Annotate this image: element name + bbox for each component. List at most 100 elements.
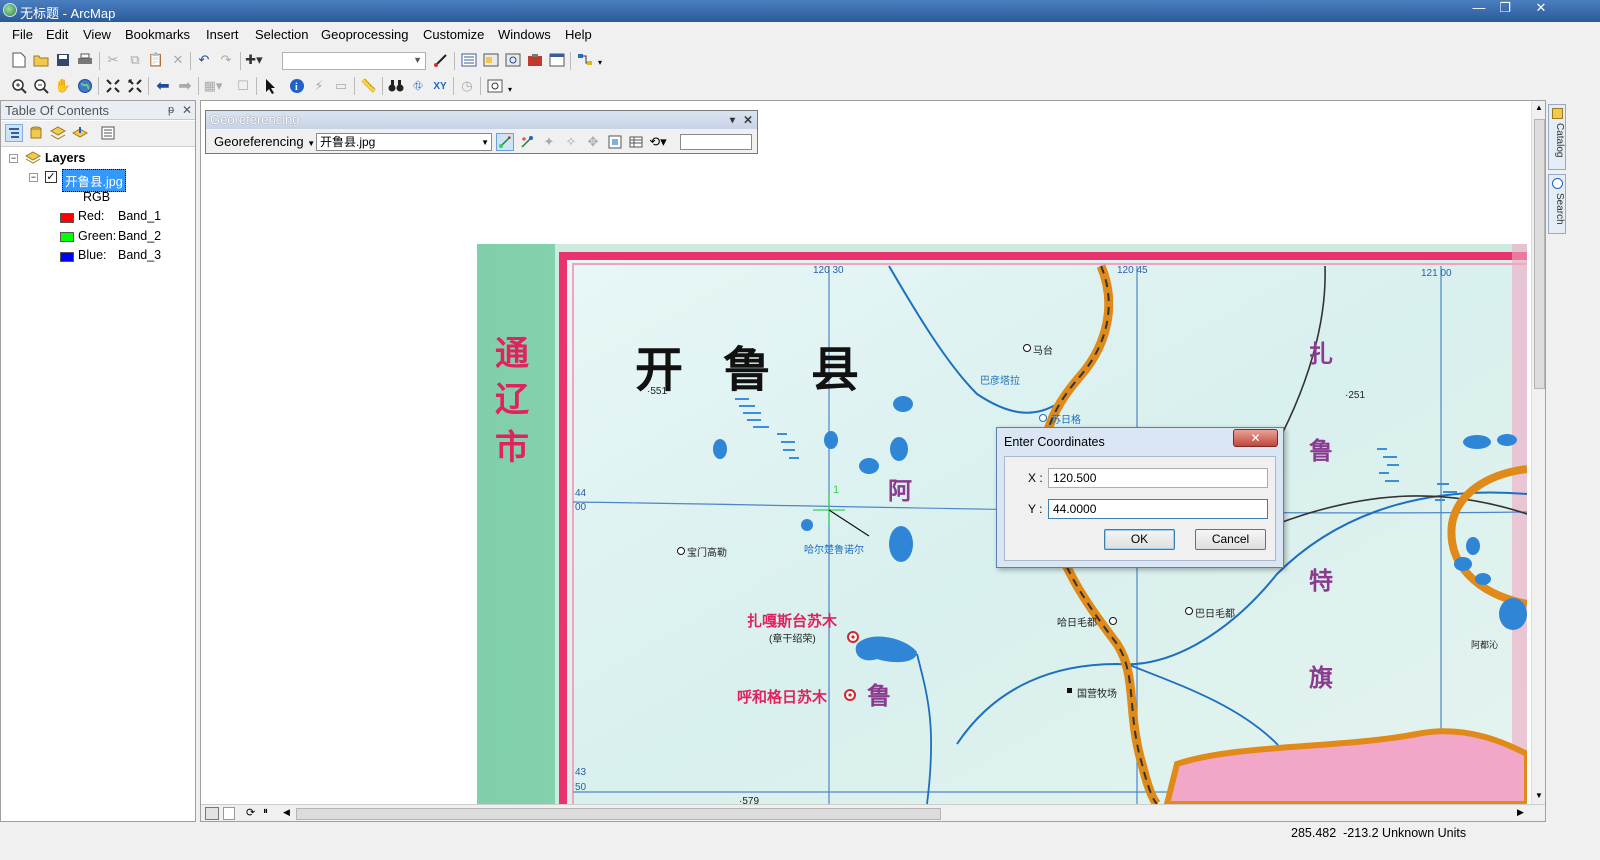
identify-info-icon[interactable]: i (288, 77, 306, 95)
close-icon[interactable]: ✕ (182, 101, 192, 120)
time-slider-icon[interactable]: ◷ (458, 77, 476, 95)
cut-icon[interactable]: ✂ (104, 51, 122, 69)
table-of-contents-icon[interactable] (460, 51, 478, 69)
clear-selection-icon[interactable]: ☐ (234, 77, 252, 95)
select-features-icon[interactable]: ▦▾ (204, 77, 223, 95)
collapse-layers-icon[interactable]: − (9, 154, 18, 163)
list-by-selection-icon[interactable] (71, 124, 89, 142)
modelbuilder-icon[interactable] (576, 51, 594, 69)
menu-bookmarks[interactable]: Bookmarks (125, 27, 190, 42)
scroll-down-icon[interactable]: ▼ (1535, 791, 1543, 800)
viewer-icon[interactable] (606, 133, 624, 151)
hyperlink-icon[interactable]: ⚡ (310, 77, 328, 95)
measure-icon[interactable]: 📏 (360, 77, 378, 95)
viewer-window-icon[interactable] (486, 77, 504, 95)
menu-insert[interactable]: Insert (206, 27, 239, 42)
zoom-in-icon[interactable] (10, 77, 28, 95)
vertical-scroll-thumb[interactable] (1534, 119, 1545, 389)
list-by-drawing-order-icon[interactable] (5, 124, 23, 142)
find-binoculars-icon[interactable] (387, 77, 405, 95)
rotate-icon[interactable]: ⟲▾ (649, 133, 667, 151)
fixed-zoom-in-icon[interactable] (104, 77, 122, 95)
refresh-icon[interactable]: ⟳ (246, 806, 255, 819)
scroll-left-icon[interactable]: ◀ (283, 807, 290, 818)
print-icon[interactable] (76, 51, 94, 69)
horizontal-scroll-thumb[interactable] (296, 808, 941, 820)
map-right-label-2: 鲁 (1309, 436, 1333, 465)
pin-icon[interactable]: ᵽ (168, 101, 174, 120)
ok-button[interactable]: OK (1104, 529, 1175, 550)
full-extent-globe-icon[interactable] (76, 77, 94, 95)
elevation-label-1: ·551 (647, 386, 668, 397)
menu-geoprocessing[interactable]: Geoprocessing (321, 27, 408, 42)
cancel-button[interactable]: Cancel (1195, 529, 1266, 550)
open-folder-icon[interactable] (32, 51, 50, 69)
add-control-points-icon[interactable] (496, 133, 514, 151)
dialog-close-button[interactable]: ✕ (1233, 429, 1278, 447)
georeferencing-menu-button[interactable]: Georeferencing ▼ (210, 132, 319, 152)
layers-root-label[interactable]: Layers (45, 151, 85, 165)
save-icon[interactable] (54, 51, 72, 69)
arctoolbox-icon[interactable] (526, 51, 544, 69)
list-by-visibility-icon[interactable] (49, 124, 67, 142)
fixed-zoom-out-icon[interactable] (126, 77, 144, 95)
delete-link-icon[interactable]: ✥ (584, 133, 602, 151)
chevron-down-icon[interactable]: ▼ (728, 111, 737, 129)
go-forward-icon[interactable]: ➡ (176, 77, 194, 95)
pan-hand-icon[interactable]: ✋ (54, 77, 72, 95)
scroll-right-icon[interactable]: ▶ (1517, 807, 1524, 818)
search-tab[interactable]: Search (1548, 174, 1566, 234)
catalog-window-icon[interactable] (482, 51, 500, 69)
auto-registration-icon[interactable] (518, 133, 536, 151)
list-by-source-icon[interactable] (27, 124, 45, 142)
menu-view[interactable]: View (83, 27, 111, 42)
toolbar-overflow-icon[interactable]: ▾ (598, 58, 602, 67)
options-icon[interactable] (99, 124, 117, 142)
vertical-scrollbar[interactable]: ▲ ▼ (1531, 101, 1545, 806)
map-display[interactable]: 通 辽 市 开 鲁 县 扎 鲁 特 旗 阿 鲁 120 30 120 45 12… (200, 100, 1546, 822)
editor-toolbar-icon[interactable] (432, 51, 450, 69)
close-window-button[interactable]: ✕ (1528, 0, 1554, 18)
html-popup-icon[interactable]: ▭ (332, 77, 350, 95)
view-link-table-icon[interactable] (627, 133, 645, 151)
zoom-to-selected-link-icon[interactable]: ✧ (562, 133, 580, 151)
collapse-layer-icon[interactable]: − (29, 173, 38, 182)
delete-icon[interactable]: ✕ (169, 51, 187, 69)
menu-file[interactable]: File (12, 27, 33, 42)
new-document-icon[interactable] (10, 51, 28, 69)
menu-windows[interactable]: Windows (498, 27, 551, 42)
copy-icon[interactable]: ⧉ (126, 51, 144, 69)
menu-help[interactable]: Help (565, 27, 592, 42)
python-window-icon[interactable] (548, 51, 566, 69)
layout-view-button[interactable] (223, 807, 235, 820)
find-route-icon[interactable]: ⛗ (409, 77, 427, 95)
close-icon[interactable]: ✕ (743, 111, 753, 129)
map-scale-combobox[interactable]: ▼ (282, 52, 426, 70)
undo-icon[interactable]: ↶ (195, 51, 213, 69)
menu-edit[interactable]: Edit (46, 27, 68, 42)
go-back-icon[interactable]: ⬅ (154, 77, 172, 95)
go-to-xy-icon[interactable]: XY (431, 77, 449, 95)
catalog-tab[interactable]: Catalog (1548, 104, 1566, 170)
toolbar-overflow-icon[interactable]: ▾ (508, 85, 512, 94)
zoom-out-icon[interactable] (32, 77, 50, 95)
add-data-icon[interactable]: ✚▾ (245, 51, 263, 69)
pause-drawing-icon[interactable]: ⏸ (263, 806, 268, 817)
georeference-layer-select[interactable]: 开鲁县.jpg ▼ (316, 133, 492, 151)
redo-icon[interactable]: ↷ (217, 51, 235, 69)
rotation-angle-input[interactable] (680, 134, 752, 150)
maximize-button[interactable]: ❐ (1492, 0, 1518, 18)
menu-customize[interactable]: Customize (423, 27, 484, 42)
scroll-up-icon[interactable]: ▲ (1535, 103, 1543, 112)
minimize-button[interactable]: — (1466, 0, 1492, 18)
menu-selection[interactable]: Selection (255, 27, 308, 42)
y-coordinate-input[interactable] (1048, 499, 1268, 519)
select-link-icon[interactable]: ✦ (540, 133, 558, 151)
data-view-button[interactable] (205, 807, 219, 820)
search-window-icon[interactable] (504, 51, 522, 69)
select-elements-arrow-icon[interactable] (262, 77, 280, 95)
paste-icon[interactable]: 📋 (147, 51, 165, 69)
layer-name-label[interactable]: 开鲁县.jpg (62, 169, 126, 192)
layer-visibility-checkbox[interactable]: ✓ (45, 171, 57, 183)
x-coordinate-input[interactable] (1048, 468, 1268, 488)
